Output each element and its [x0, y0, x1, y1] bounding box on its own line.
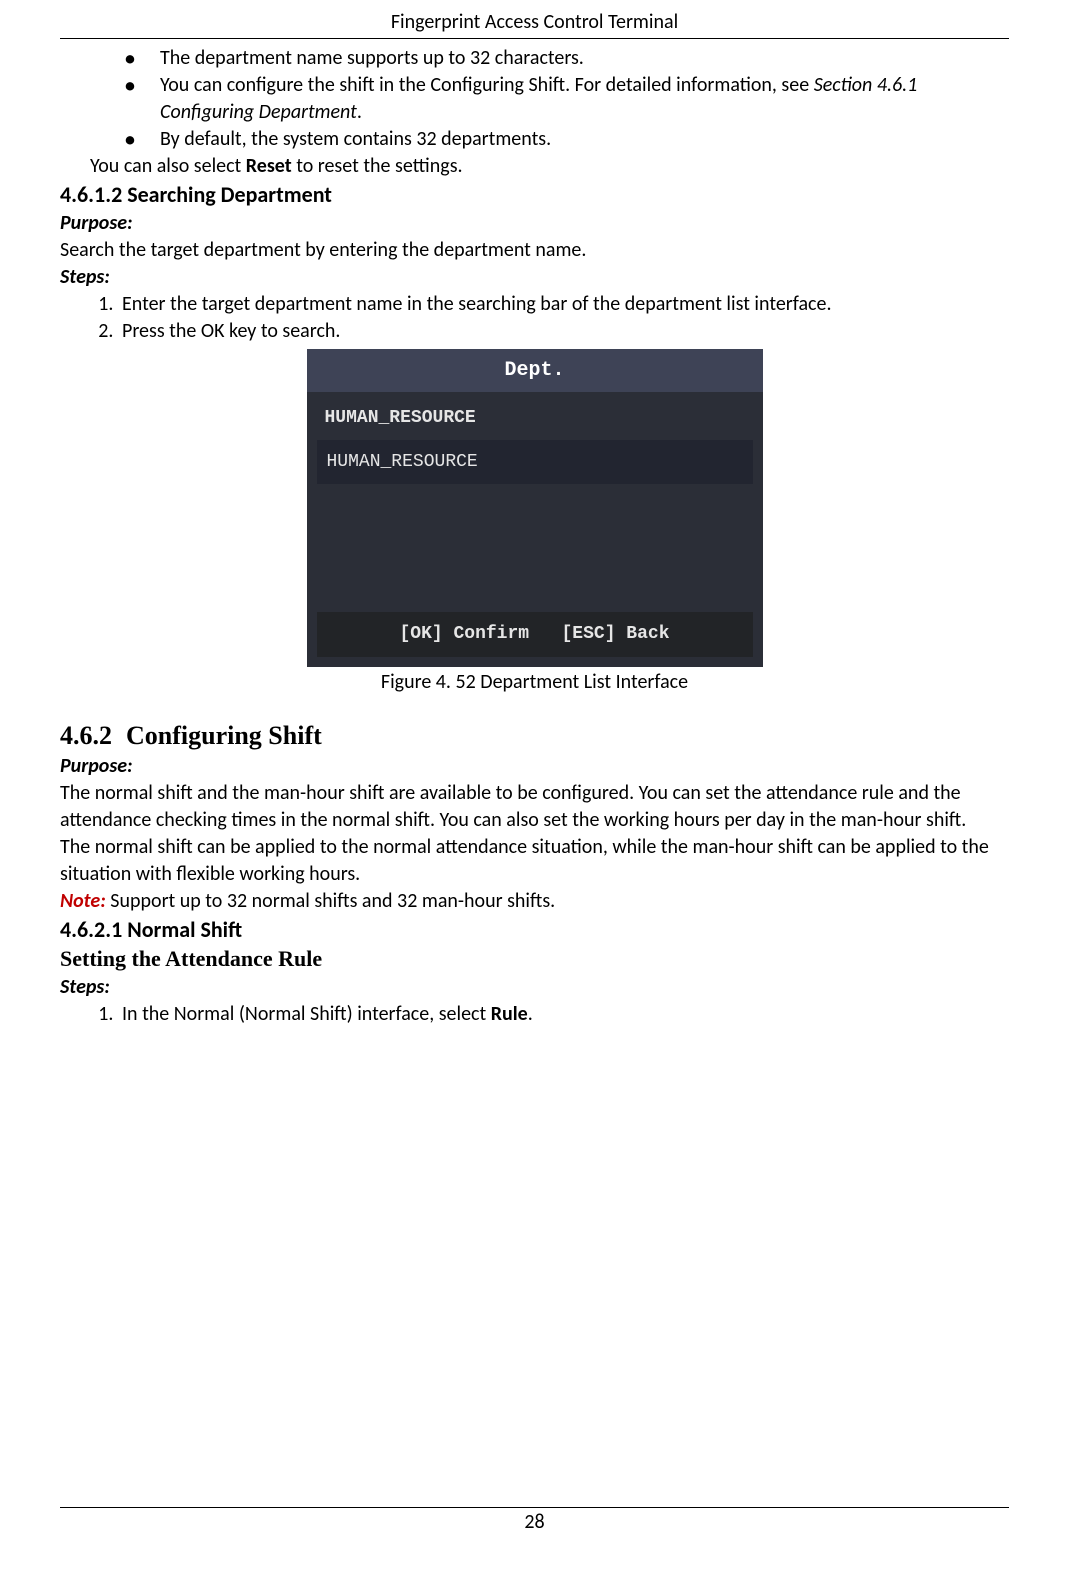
- device-screenshot: Dept. HUMAN_RESOURCE HUMAN_RESOURCE [OK]…: [307, 349, 763, 667]
- device-esc-hint: [ESC] Back: [562, 624, 670, 644]
- heading-4-6-2: 4.6.2 Configuring Shift: [60, 718, 1009, 753]
- document-header: Fingerprint Access Control Terminal: [60, 0, 1009, 39]
- note-label: Note:: [60, 889, 106, 913]
- list-item: You can configure the shift in the Confi…: [124, 72, 1009, 126]
- page-footer: 28: [0, 1507, 1069, 1534]
- device-result-row: HUMAN_RESOURCE: [317, 440, 753, 484]
- reset-keyword: Reset: [246, 154, 292, 178]
- steps-list: Enter the target department name in the …: [118, 291, 1009, 345]
- note-line: Note: Support up to 32 normal shifts and…: [60, 888, 1009, 915]
- purpose-text: Search the target department by entering…: [60, 237, 1009, 264]
- heading-setting-attendance-rule: Setting the Attendance Rule: [60, 944, 1009, 974]
- text: .: [357, 100, 362, 124]
- note-text: Support up to 32 normal shifts and 32 ma…: [106, 889, 555, 913]
- reset-note: You can also select Reset to reset the s…: [90, 153, 1009, 180]
- steps-label: Steps:: [60, 264, 1009, 291]
- figure-4-52: Dept. HUMAN_RESOURCE HUMAN_RESOURCE [OK]…: [60, 349, 1009, 696]
- list-item: Press the OK key to search.: [118, 318, 1009, 345]
- footer-divider: [60, 1507, 1009, 1508]
- purpose-paragraph: The normal shift can be applied to the n…: [60, 834, 1009, 888]
- purpose-paragraph: The normal shift and the man-hour shift …: [60, 780, 1009, 834]
- device-footer: [OK] Confirm [ESC] Back: [317, 612, 753, 656]
- list-item: Enter the target department name in the …: [118, 291, 1009, 318]
- text: to reset the settings.: [292, 154, 463, 178]
- list-item: The department name supports up to 32 ch…: [124, 45, 1009, 72]
- device-empty-area: [307, 484, 763, 612]
- department-notes-list: The department name supports up to 32 ch…: [124, 45, 1009, 153]
- steps-label: Steps:: [60, 974, 1009, 1001]
- device-title: Dept.: [307, 349, 763, 392]
- purpose-label: Purpose:: [60, 753, 1009, 780]
- text: You can also select: [90, 154, 246, 178]
- device-ok-hint: [OK] Confirm: [399, 624, 529, 644]
- text: .: [528, 1002, 533, 1026]
- page-number: 28: [524, 1510, 544, 1534]
- device-search-value: HUMAN_RESOURCE: [307, 392, 763, 440]
- heading-number: 4.6.2: [60, 721, 112, 750]
- steps-list: In the Normal (Normal Shift) interface, …: [118, 1001, 1009, 1028]
- heading-title: Configuring Shift: [126, 721, 322, 750]
- heading-4-6-1-2: 4.6.1.2 Searching Department: [60, 180, 1009, 210]
- list-item: In the Normal (Normal Shift) interface, …: [118, 1001, 1009, 1028]
- figure-caption: Figure 4. 52 Department List Interface: [60, 669, 1009, 696]
- rule-keyword: Rule: [491, 1002, 528, 1026]
- purpose-label: Purpose:: [60, 210, 1009, 237]
- text: In the Normal (Normal Shift) interface, …: [122, 1002, 491, 1026]
- list-item: By default, the system contains 32 depar…: [124, 126, 1009, 153]
- heading-4-6-2-1: 4.6.2.1 Normal Shift: [60, 915, 1009, 945]
- text: You can configure the shift in the Confi…: [160, 73, 814, 97]
